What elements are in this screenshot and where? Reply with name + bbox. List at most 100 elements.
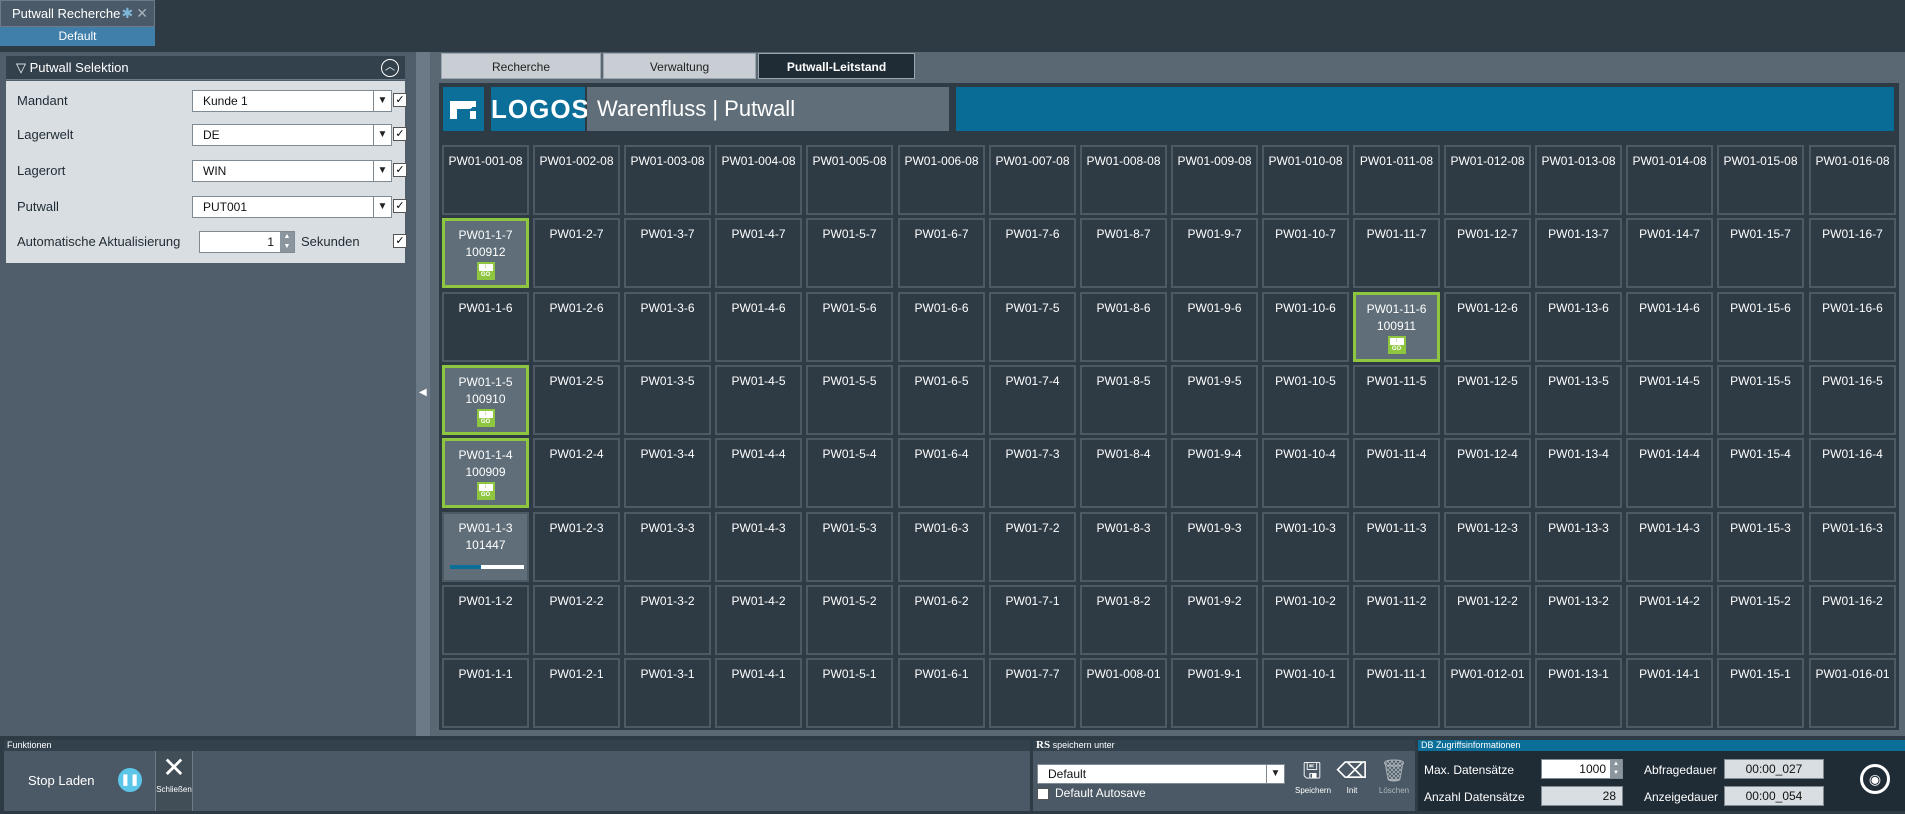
putwall-cell[interactable]: PW01-16-4 bbox=[1809, 438, 1896, 508]
putwall-cell[interactable]: PW01-4-1 bbox=[715, 658, 802, 728]
putwall-cell[interactable]: PW01-8-3 bbox=[1080, 512, 1167, 582]
putwall-cell[interactable]: PW01-7-7 bbox=[989, 658, 1076, 728]
putwall-cell[interactable]: PW01-11-7 bbox=[1353, 218, 1440, 288]
putwall-cell[interactable]: PW01-4-5 bbox=[715, 365, 802, 435]
lagerort-checkbox[interactable]: ✓ bbox=[393, 163, 407, 177]
putwall-cell[interactable]: PW01-8-2 bbox=[1080, 585, 1167, 655]
putwall-cell[interactable]: PW01-14-6 bbox=[1626, 292, 1713, 362]
putwall-cell[interactable]: PW01-1-3 101447 bbox=[442, 512, 529, 582]
putwall-cell[interactable]: PW01-4-2 bbox=[715, 585, 802, 655]
putwall-cell[interactable]: PW01-012-08 bbox=[1444, 145, 1531, 215]
putwall-cell[interactable]: PW01-3-1 bbox=[624, 658, 711, 728]
putwall-cell[interactable]: PW01-15-7 bbox=[1717, 218, 1804, 288]
putwall-cell[interactable]: PW01-13-3 bbox=[1535, 512, 1622, 582]
putwall-cell[interactable]: PW01-6-3 bbox=[898, 512, 985, 582]
close-button[interactable]: ✕ Schließen bbox=[155, 751, 193, 811]
autosave-checkbox[interactable] bbox=[1037, 788, 1049, 800]
putwall-cell[interactable]: PW01-15-3 bbox=[1717, 512, 1804, 582]
putwall-cell[interactable]: PW01-013-08 bbox=[1535, 145, 1622, 215]
putwall-cell[interactable]: PW01-14-2 bbox=[1626, 585, 1713, 655]
putwall-cell[interactable]: PW01-3-3 bbox=[624, 512, 711, 582]
dropdown-arrow-icon[interactable]: ▼ bbox=[1266, 765, 1284, 783]
putwall-cell[interactable]: PW01-8-6 bbox=[1080, 292, 1167, 362]
putwall-cell[interactable]: PW01-15-4 bbox=[1717, 438, 1804, 508]
putwall-cell[interactable]: PW01-10-2 bbox=[1262, 585, 1349, 655]
putwall-cell[interactable]: PW01-9-7 bbox=[1171, 218, 1258, 288]
putwall-cell[interactable]: PW01-6-1 bbox=[898, 658, 985, 728]
putwall-cell[interactable]: PW01-2-7 bbox=[533, 218, 620, 288]
putwall-cell[interactable]: PW01-3-6 bbox=[624, 292, 711, 362]
putwall-cell[interactable]: PW01-12-3 bbox=[1444, 512, 1531, 582]
putwall-cell[interactable]: PW01-15-5 bbox=[1717, 365, 1804, 435]
putwall-cell[interactable]: PW01-13-7 bbox=[1535, 218, 1622, 288]
putwall-cell[interactable]: PW01-002-08 bbox=[533, 145, 620, 215]
putwall-cell[interactable]: PW01-4-3 bbox=[715, 512, 802, 582]
putwall-cell[interactable]: PW01-14-5 bbox=[1626, 365, 1713, 435]
putwall-cell[interactable]: PW01-2-1 bbox=[533, 658, 620, 728]
putwall-cell[interactable]: PW01-2-6 bbox=[533, 292, 620, 362]
lagerort-select[interactable]: WIN ▼ bbox=[192, 160, 392, 182]
putwall-cell[interactable]: PW01-1-2 bbox=[442, 585, 529, 655]
lagerwelt-select[interactable]: DE ▼ bbox=[192, 124, 392, 146]
putwall-cell[interactable]: PW01-10-5 bbox=[1262, 365, 1349, 435]
putwall-cell[interactable]: PW01-11-1 bbox=[1353, 658, 1440, 728]
putwall-cell[interactable]: PW01-12-7 bbox=[1444, 218, 1531, 288]
layout-select[interactable]: Default ▼ bbox=[1037, 764, 1285, 784]
putwall-cell[interactable]: PW01-005-08 bbox=[806, 145, 893, 215]
putwall-cell[interactable]: PW01-9-6 bbox=[1171, 292, 1258, 362]
putwall-cell[interactable]: PW01-4-4 bbox=[715, 438, 802, 508]
subtab-default[interactable]: Default bbox=[0, 27, 155, 46]
dropdown-arrow-icon[interactable]: ▼ bbox=[373, 161, 391, 181]
close-tab-icon[interactable]: ✕ bbox=[136, 5, 148, 21]
putwall-cell[interactable]: PW01-7-2 bbox=[989, 512, 1076, 582]
putwall-cell[interactable]: PW01-5-1 bbox=[806, 658, 893, 728]
putwall-cell[interactable]: PW01-2-2 bbox=[533, 585, 620, 655]
putwall-cell[interactable]: PW01-6-2 bbox=[898, 585, 985, 655]
putwall-cell[interactable]: PW01-010-08 bbox=[1262, 145, 1349, 215]
settings-icon[interactable]: ◉ bbox=[1860, 764, 1890, 794]
tab-recherche[interactable]: Recherche bbox=[441, 53, 601, 79]
putwall-cell[interactable]: PW01-1-4 100909 ↕ GO bbox=[442, 438, 529, 508]
putwall-cell[interactable]: PW01-11-6 100911 ↕ GO bbox=[1353, 292, 1440, 362]
tab-verwaltung[interactable]: Verwaltung bbox=[603, 53, 756, 79]
putwall-cell[interactable]: PW01-3-5 bbox=[624, 365, 711, 435]
putwall-cell[interactable]: PW01-009-08 bbox=[1171, 145, 1258, 215]
putwall-cell[interactable]: PW01-13-6 bbox=[1535, 292, 1622, 362]
putwall-cell[interactable]: PW01-15-6 bbox=[1717, 292, 1804, 362]
putwall-cell[interactable]: PW01-15-2 bbox=[1717, 585, 1804, 655]
spinner-arrows-icon[interactable]: ▲ ▼ bbox=[280, 232, 294, 252]
delete-button[interactable]: 🗑 Löschen bbox=[1377, 756, 1411, 808]
save-button[interactable]: 🖫 Speichern bbox=[1295, 756, 1331, 808]
collapse-icon[interactable]: ︿ bbox=[381, 59, 399, 77]
putwall-cell[interactable]: PW01-8-5 bbox=[1080, 365, 1167, 435]
putwall-cell[interactable]: PW01-5-3 bbox=[806, 512, 893, 582]
putwall-cell[interactable]: PW01-1-1 bbox=[442, 658, 529, 728]
pause-button[interactable]: ❚❚ bbox=[118, 768, 142, 792]
putwall-cell[interactable]: PW01-10-3 bbox=[1262, 512, 1349, 582]
putwall-cell[interactable]: PW01-6-7 bbox=[898, 218, 985, 288]
pin-icon[interactable]: ✱ bbox=[122, 5, 134, 21]
putwall-cell[interactable]: PW01-16-7 bbox=[1809, 218, 1896, 288]
putwall-cell[interactable]: PW01-5-6 bbox=[806, 292, 893, 362]
putwall-cell[interactable]: PW01-11-4 bbox=[1353, 438, 1440, 508]
putwall-cell[interactable]: PW01-7-1 bbox=[989, 585, 1076, 655]
putwall-cell[interactable]: PW01-9-4 bbox=[1171, 438, 1258, 508]
dropdown-arrow-icon[interactable]: ▼ bbox=[373, 125, 391, 145]
putwall-cell[interactable]: PW01-9-2 bbox=[1171, 585, 1258, 655]
putwall-cell[interactable]: PW01-13-5 bbox=[1535, 365, 1622, 435]
putwall-cell[interactable]: PW01-7-5 bbox=[989, 292, 1076, 362]
putwall-cell[interactable]: PW01-6-5 bbox=[898, 365, 985, 435]
putwall-cell[interactable]: PW01-16-5 bbox=[1809, 365, 1896, 435]
putwall-cell[interactable]: PW01-14-1 bbox=[1626, 658, 1713, 728]
putwall-cell[interactable]: PW01-11-5 bbox=[1353, 365, 1440, 435]
lagerwelt-checkbox[interactable]: ✓ bbox=[393, 127, 407, 141]
dropdown-arrow-icon[interactable]: ▼ bbox=[373, 197, 391, 217]
putwall-cell[interactable]: PW01-10-1 bbox=[1262, 658, 1349, 728]
putwall-cell[interactable]: PW01-12-4 bbox=[1444, 438, 1531, 508]
putwall-cell[interactable]: PW01-12-5 bbox=[1444, 365, 1531, 435]
putwall-cell[interactable]: PW01-2-3 bbox=[533, 512, 620, 582]
putwall-cell[interactable]: PW01-10-7 bbox=[1262, 218, 1349, 288]
putwall-cell[interactable]: PW01-015-08 bbox=[1717, 145, 1804, 215]
putwall-cell[interactable]: PW01-9-5 bbox=[1171, 365, 1258, 435]
putwall-cell[interactable]: PW01-2-4 bbox=[533, 438, 620, 508]
